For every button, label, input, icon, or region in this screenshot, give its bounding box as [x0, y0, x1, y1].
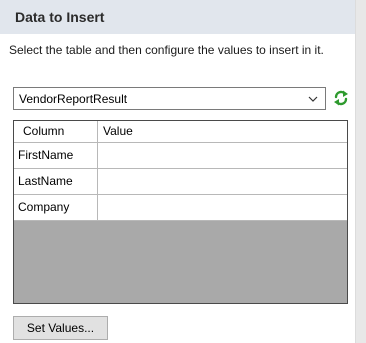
column-header-column[interactable]: Column [14, 121, 98, 142]
table-row[interactable]: LastName [14, 169, 347, 195]
value-cell[interactable] [98, 169, 347, 194]
column-header-value[interactable]: Value [98, 121, 347, 142]
data-to-insert-panel: Data to Insert Select the table and then… [0, 0, 356, 343]
table-row[interactable]: Company [14, 195, 347, 221]
grid-header-row: Column Value [14, 121, 347, 143]
column-name-cell: LastName [14, 169, 98, 194]
value-cell[interactable] [98, 195, 347, 220]
table-select[interactable]: VendorReportResult [13, 87, 326, 110]
value-cell[interactable] [98, 143, 347, 168]
section-title: Data to Insert [15, 9, 105, 25]
section-header: Data to Insert [0, 0, 356, 34]
instruction-text: Select the table and then configure the … [9, 43, 324, 57]
column-name-cell: Company [14, 195, 98, 220]
table-select-value: VendorReportResult [19, 92, 128, 106]
column-name-cell: FirstName [14, 143, 98, 168]
values-grid: Column Value FirstName LastName Company [13, 120, 348, 304]
chevron-down-icon[interactable] [307, 93, 319, 105]
set-values-button[interactable]: Set Values... [13, 316, 108, 340]
scrollbar[interactable] [355, 0, 366, 343]
refresh-icon[interactable] [333, 89, 349, 107]
table-row[interactable]: FirstName [14, 143, 347, 169]
